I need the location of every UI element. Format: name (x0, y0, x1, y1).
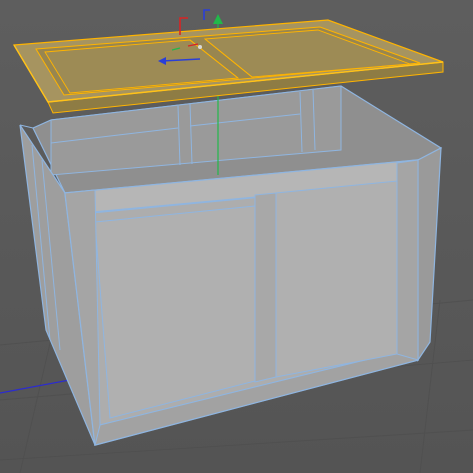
crate-right-post (396, 159, 419, 361)
gizmo-center-icon[interactable] (198, 45, 202, 49)
scene-canvas[interactable] (0, 0, 473, 473)
crate-right-panel (275, 180, 398, 378)
3d-viewport[interactable] (0, 0, 473, 473)
crate-center-post (254, 192, 277, 383)
crate-left-panel (94, 205, 256, 419)
